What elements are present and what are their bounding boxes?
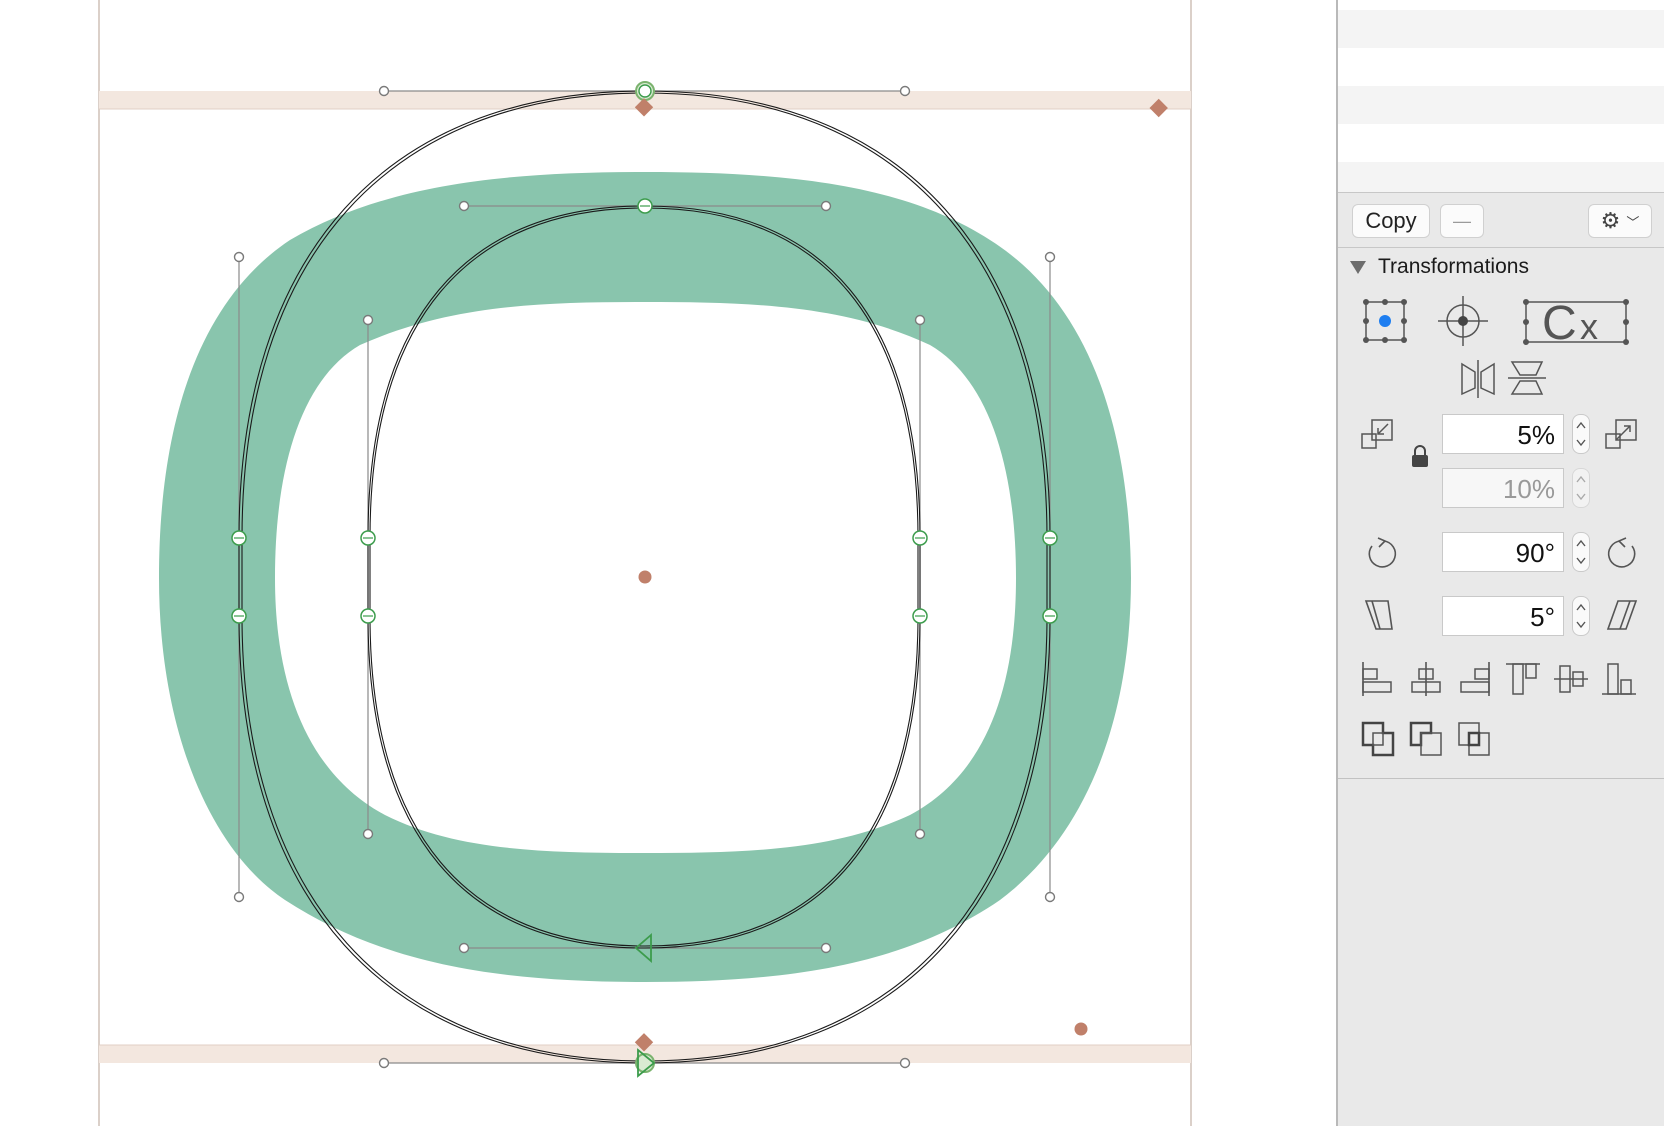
align-left-icon[interactable]	[1360, 660, 1396, 698]
rotate-left-icon[interactable]	[1364, 536, 1398, 570]
rotate-field[interactable]: 90°	[1442, 532, 1564, 572]
copy-button[interactable]: Copy	[1352, 204, 1430, 238]
slant-field[interactable]: 5°	[1442, 596, 1564, 636]
slant-stepper[interactable]	[1572, 596, 1590, 636]
svg-text:C: C	[1542, 297, 1577, 350]
glyph-canvas[interactable]	[0, 0, 1336, 1126]
scale-up-icon[interactable]	[1604, 416, 1640, 452]
inspector-panel: Copy — ⚙ ﹀ Transformations C x 5% 10% 90…	[1336, 0, 1664, 1126]
rotate-right-icon[interactable]	[1606, 536, 1640, 570]
chevron-down-icon: ﹀	[1626, 214, 1640, 230]
scale-down-icon[interactable]	[1360, 416, 1396, 452]
section-title: Transformations	[1378, 255, 1529, 278]
scale-x-field[interactable]: 5%	[1442, 414, 1564, 454]
settings-menu-button[interactable]: ⚙ ﹀	[1588, 204, 1652, 238]
remove-button[interactable]: —	[1440, 204, 1484, 238]
metrics-box-icon[interactable]: C x	[1522, 294, 1632, 350]
align-center-vertical-icon[interactable]	[1552, 660, 1590, 698]
lock-icon[interactable]	[1410, 444, 1430, 468]
flip-vertical-icon[interactable]	[1508, 360, 1546, 396]
scale-y-field[interactable]: 10%	[1442, 468, 1564, 508]
crosshair-center-icon[interactable]	[1438, 296, 1488, 346]
slant-left-icon[interactable]	[1364, 598, 1396, 632]
panel-toolbar: Copy — ⚙ ﹀	[1338, 192, 1664, 248]
transformations-header[interactable]: Transformations	[1350, 252, 1529, 282]
transform-origin-icon[interactable]	[1360, 296, 1410, 346]
svg-text:x: x	[1580, 306, 1598, 347]
align-bottom-icon[interactable]	[1600, 660, 1638, 698]
gear-icon: ⚙	[1600, 208, 1621, 233]
layers-list[interactable]	[1338, 0, 1664, 192]
top-start-node-inner	[638, 84, 652, 98]
align-top-icon[interactable]	[1504, 660, 1542, 698]
flip-horizontal-icon[interactable]	[1460, 360, 1496, 398]
union-icon[interactable]	[1360, 720, 1398, 758]
glyph-edit-view[interactable]	[0, 0, 1336, 1126]
scale-x-stepper[interactable]	[1572, 414, 1590, 454]
intersect-icon[interactable]	[1456, 720, 1494, 758]
section-divider	[1338, 778, 1664, 779]
align-center-horizontal-icon[interactable]	[1408, 660, 1444, 698]
scale-y-stepper[interactable]	[1572, 468, 1590, 508]
subtract-icon[interactable]	[1408, 720, 1446, 758]
slant-right-icon[interactable]	[1606, 598, 1638, 632]
align-right-icon[interactable]	[1456, 660, 1492, 698]
disclosure-triangle-icon[interactable]	[1350, 260, 1366, 274]
rotate-stepper[interactable]	[1572, 532, 1590, 572]
